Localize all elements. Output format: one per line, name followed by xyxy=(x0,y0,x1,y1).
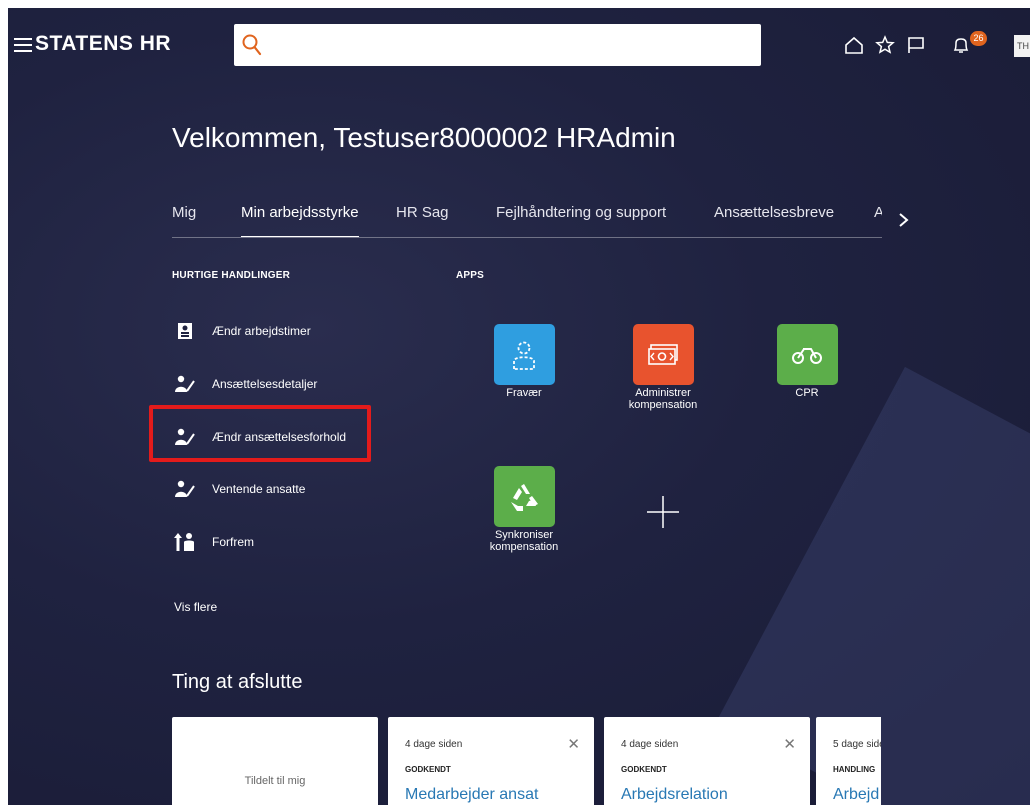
app-synkroniser-kompensation[interactable]: Synkroniser kompensation xyxy=(464,466,584,553)
quick-action-forfrem[interactable]: Forfrem xyxy=(174,530,254,554)
tab-mig[interactable]: Mig xyxy=(172,204,196,221)
card-time: 5 dage siden xyxy=(833,739,881,750)
close-icon[interactable]: ✕ xyxy=(567,735,580,753)
money-icon xyxy=(632,324,694,385)
card-title[interactable]: Arbejdsrelation xyxy=(621,786,728,804)
quick-action-label: Ansættelsesdetaljer xyxy=(212,377,318,391)
app-label: Fravær xyxy=(506,387,542,399)
recycle-icon xyxy=(493,466,555,527)
things-to-finish-cards: Tildelt til mig 4 dage siden ✕ GODKENDT … xyxy=(172,717,881,805)
quick-action-label: Forfrem xyxy=(212,535,254,549)
app-label: CPR xyxy=(795,387,819,399)
card-time: 4 dage siden xyxy=(621,739,679,750)
top-bar: STATENS HR 26 TH xyxy=(8,8,1030,83)
task-card[interactable]: 5 dage siden HANDLING Arbejd xyxy=(816,717,881,805)
home-icon[interactable] xyxy=(844,35,864,55)
card-title[interactable]: Arbejd xyxy=(833,786,879,804)
chevron-right-icon[interactable] xyxy=(896,208,912,232)
card-title[interactable]: Medarbejder ansat xyxy=(405,786,538,804)
close-icon[interactable]: ✕ xyxy=(783,735,796,753)
assigned-to-me-card[interactable]: Tildelt til mig xyxy=(172,717,378,805)
card-status: GODKENDT xyxy=(405,765,451,774)
app-fravaer[interactable]: Fravær xyxy=(464,324,584,399)
notifications-bell-icon[interactable] xyxy=(951,35,971,55)
card-status: HANDLING xyxy=(833,765,876,774)
tab-bar: Mig Min arbejdsstyrke HR Sag Fejlhåndter… xyxy=(172,198,882,238)
things-to-finish-title: Ting at afslutte xyxy=(172,671,303,693)
flag-icon[interactable] xyxy=(906,35,926,55)
tab-overflow[interactable]: A xyxy=(874,204,882,221)
welcome-heading: Velkommen, Testuser8000002 HRAdmin xyxy=(172,122,676,153)
quick-action-label: Ventende ansatte xyxy=(212,482,306,496)
user-avatar[interactable]: TH xyxy=(1014,35,1030,57)
tab-min-arbejdsstyrke[interactable]: Min arbejdsstyrke xyxy=(241,204,359,237)
person-edit-icon xyxy=(174,374,196,394)
person-edit-icon xyxy=(174,479,196,499)
tab-hr-sag[interactable]: HR Sag xyxy=(396,204,449,221)
search-input[interactable] xyxy=(262,24,761,66)
app-cpr[interactable]: CPR xyxy=(747,324,867,399)
apps-title: APPS xyxy=(456,270,485,281)
favorites-star-icon[interactable] xyxy=(875,35,895,55)
task-card[interactable]: 4 dage siden ✕ GODKENDT Arbejdsrelation xyxy=(604,717,810,805)
quick-action-aendr-arbejdstimer[interactable]: Ændr arbejdstimer xyxy=(174,319,311,343)
promote-icon xyxy=(174,532,196,552)
app-label: Synkroniser kompensation xyxy=(489,529,559,553)
notification-count-badge: 26 xyxy=(970,31,987,46)
search-icon xyxy=(242,34,262,56)
person-outline-icon xyxy=(493,324,555,385)
tab-ansaettelsesbreve[interactable]: Ansættelsesbreve xyxy=(714,204,834,221)
brand-logo[interactable]: STATENS HR xyxy=(35,32,171,56)
quick-action-label: Ændr arbejdstimer xyxy=(212,324,311,338)
assigned-to-me-label: Tildelt til mig xyxy=(244,775,306,787)
app-administrer-kompensation[interactable]: Administrer kompensation xyxy=(603,324,723,411)
app-frame: STATENS HR 26 TH Velkommen, Testuser8000… xyxy=(8,8,1030,805)
card-status: GODKENDT xyxy=(621,765,667,774)
card-time: 4 dage siden xyxy=(405,739,463,750)
hamburger-menu-icon[interactable] xyxy=(14,38,32,52)
task-card[interactable]: 4 dage siden ✕ GODKENDT Medarbejder ansa… xyxy=(388,717,594,805)
add-app-plus-icon[interactable] xyxy=(645,494,681,530)
quick-action-ansaettelsesdetaljer[interactable]: Ansættelsesdetaljer xyxy=(174,372,317,396)
quick-action-ventende-ansatte[interactable]: Ventende ansatte xyxy=(174,477,305,501)
bicycle-icon xyxy=(776,324,838,385)
show-more-link[interactable]: Vis flere xyxy=(174,600,217,614)
badge-icon xyxy=(174,321,196,341)
quick-actions-title: HURTIGE HANDLINGER xyxy=(172,270,291,281)
app-label: Administrer kompensation xyxy=(628,387,698,411)
search-box[interactable] xyxy=(234,24,761,66)
highlight-box xyxy=(149,405,371,462)
tab-fejlhaandtering[interactable]: Fejlhåndtering og support xyxy=(496,204,666,221)
